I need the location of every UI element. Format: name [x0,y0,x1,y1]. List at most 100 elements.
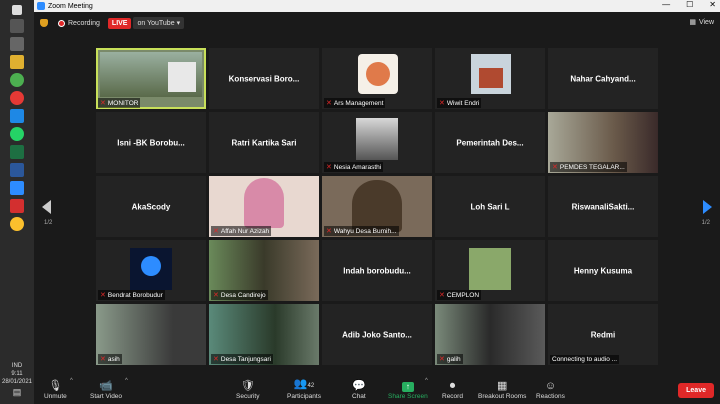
search-icon[interactable] [10,19,24,33]
participant-name: Desa Tanjungsari [220,355,271,363]
muted-mic-icon: ✕ [439,100,445,107]
reactions-button[interactable]: ☺ Reactions [536,380,565,400]
breakout-rooms-button[interactable]: ▦ Breakout Rooms [478,380,526,400]
muted-mic-icon: ✕ [326,164,332,171]
slide-panel [168,62,196,92]
participant-tile[interactable]: ✕ Bendrat Borobudur [96,240,206,301]
muted-mic-icon: ✕ [100,292,106,299]
previous-page-arrow-icon[interactable] [42,200,51,214]
participant-tile[interactable]: ✕ asih [96,304,206,365]
participant-tile[interactable]: Loh Sari L [435,176,545,237]
participant-name: Nahar Cahyand... [570,74,636,83]
participant-tile-monitor[interactable]: ✕ MONITOR [96,48,206,109]
next-page-arrow-icon[interactable] [703,200,712,214]
participant-name: Ars Management [333,99,384,107]
participant-tile[interactable]: RiswanaliSakti... [548,176,658,237]
muted-mic-icon: ✕ [213,228,219,235]
view-button[interactable]: ▦ View [689,18,714,27]
leave-button[interactable]: Leave [678,383,714,398]
windows-start-icon[interactable] [12,5,22,15]
participant-tile[interactable]: ✕ CEMPLON [435,240,545,301]
participant-tile[interactable]: Ratri Kartika Sari [209,112,319,173]
browser-icon[interactable] [10,91,24,105]
pdf-icon[interactable] [10,199,24,213]
participant-name: MONITOR [107,99,139,107]
participant-name: asih [107,355,120,363]
participant-name: Henny Kusuma [573,266,633,275]
participant-tile[interactable]: ✕ Desa Candirejo [209,240,319,301]
whatsapp-icon[interactable] [10,127,24,141]
video-options-caret-icon[interactable]: ^ [125,378,128,384]
muted-mic-icon: ✕ [326,228,332,235]
security-label: Security [236,393,260,400]
chrome-icon[interactable] [10,73,24,87]
maximize-button[interactable]: ☐ [686,0,693,9]
participant-tile[interactable]: Pemerintah Des... [435,112,545,173]
participant-tile[interactable]: Indah borobudu... [322,240,432,301]
chat-button[interactable]: 💬 Chat [352,380,366,400]
unmute-button[interactable]: 🎙 Unmute [44,380,67,400]
recording-dot-icon [58,19,65,27]
live-badge[interactable]: LIVE [107,17,132,29]
participant-tile[interactable]: Konservasi Boro... [209,48,319,109]
participant-tile[interactable]: AkaScody [96,176,206,237]
participant-tile[interactable]: Henny Kusuma [548,240,658,301]
page-indicator-left: 1/2 [44,220,53,226]
participant-tile[interactable]: ✕ Wahyu Desa Bumih... [322,176,432,237]
close-button[interactable]: ✕ [709,0,716,9]
participant-tile[interactable]: Redmi Connecting to audio ... [548,304,658,365]
participant-tile[interactable]: ✕ Affah Nur Azizah [209,176,319,237]
notification-icon[interactable]: ▤ [0,387,34,398]
share-options-caret-icon[interactable]: ^ [425,378,428,384]
chevron-down-icon: ▾ [176,20,181,27]
live-target-dropdown[interactable]: on YouTube ▾ [133,17,185,29]
participant-tile[interactable]: ✕ galih [435,304,545,365]
participant-tile[interactable]: ✕ Nesia Amarasthi [322,112,432,173]
participants-count: 42 [307,383,315,389]
recording-indicator[interactable]: Recording [58,19,100,27]
task-view-icon[interactable] [10,37,24,51]
encryption-shield-icon[interactable] [40,19,48,27]
muted-mic-icon: ✕ [552,164,558,171]
participant-name: AkaScody [131,202,171,211]
minimize-button[interactable]: — [662,0,670,9]
participants-button[interactable]: 👥42 Participants [287,378,321,400]
word-icon[interactable] [10,163,24,177]
participant-name: Adib Joko Santo... [342,330,412,339]
participants-label: Participants [287,393,321,400]
security-button[interactable]: 🛡 Security [236,380,259,400]
excel-icon[interactable] [10,145,24,159]
page-indicator-right: 1/2 [701,220,710,226]
participant-name: Affah Nur Azizah [220,227,270,235]
participant-tile[interactable]: ✕ Ars Management [322,48,432,109]
app-icon[interactable] [10,109,24,123]
participant-tile[interactable]: ✕ Wiwit Endri [435,48,545,109]
tray-date: 28/01/2021 [1,379,33,385]
ars-logo [358,54,398,94]
muted-mic-icon: ✕ [213,292,219,299]
muted-mic-icon: ✕ [439,356,445,363]
audio-options-caret-icon[interactable]: ^ [70,378,73,384]
participant-tile[interactable]: Nahar Cahyand... [548,48,658,109]
record-button[interactable]: ⏺ Record [442,380,463,400]
tray-time: 9:11 [11,371,23,377]
grid-view-icon: ▦ [689,19,696,26]
chrome-icon-2[interactable] [10,217,24,231]
zoom-taskbar-icon[interactable] [10,181,24,195]
participant-name: Pemerintah Des... [456,138,524,147]
participant-name: Nesia Amarasthi [333,163,382,171]
meeting-toolbar: 🎙 Unmute ^ 📹 Start Video ^ 🛡 Security 👥4… [34,370,720,404]
reactions-label: Reactions [536,393,565,400]
participant-tile[interactable]: ✕ PEMDES TEGALAR... [548,112,658,173]
file-explorer-icon[interactable] [10,55,24,69]
start-video-button[interactable]: 📹 Start Video [90,380,122,400]
participant-name: Wahyu Desa Bumih... [333,227,397,235]
share-screen-button[interactable]: ↑ Share Screen [388,380,428,400]
participant-name: Loh Sari L [470,202,510,211]
participant-tile[interactable]: ✕ Desa Tanjungsari [209,304,319,365]
recording-label: Recording [68,19,100,27]
logo-image [130,248,172,290]
share-screen-label: Share Screen [388,393,428,400]
participant-tile[interactable]: Isni -BK Borobu... [96,112,206,173]
participant-tile[interactable]: Adib Joko Santo... [322,304,432,365]
